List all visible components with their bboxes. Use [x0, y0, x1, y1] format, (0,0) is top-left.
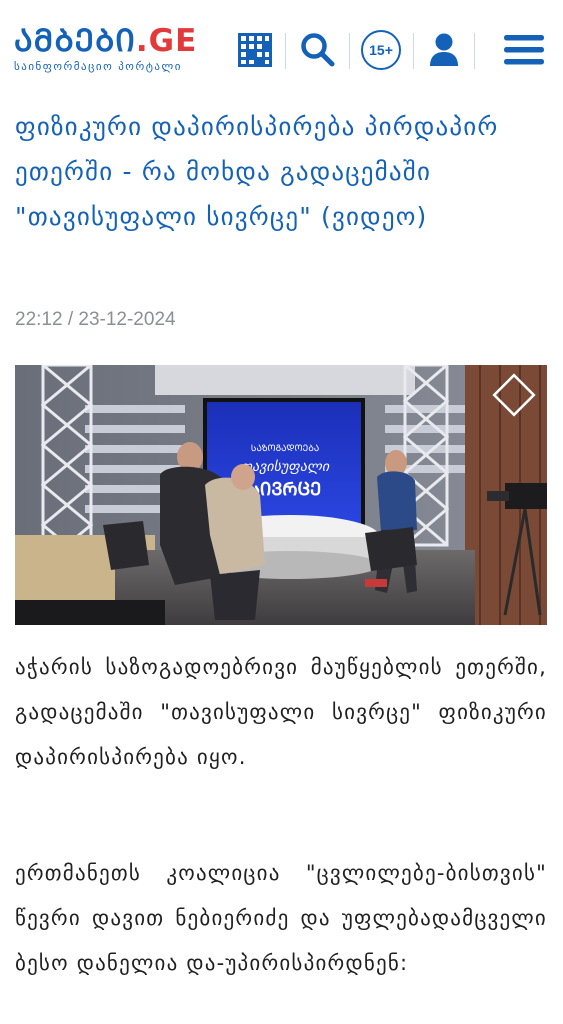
header-divider — [349, 33, 350, 69]
age-rating-badge: 15+ — [358, 26, 404, 74]
user-icon[interactable] — [424, 26, 464, 74]
logo-domain: .GE — [135, 23, 198, 59]
header-divider — [285, 33, 286, 69]
header-divider — [413, 33, 414, 69]
article-date: 22:12 / 23-12-2024 — [15, 309, 176, 330]
article-paragraph: ერთმანეთს კოალიცია "ცვლილებე-ბისთვის" წე… — [15, 861, 547, 975]
logo-tagline: საინფორმაციო პორტალი — [14, 60, 182, 73]
age-rating-text: 15+ — [361, 30, 401, 70]
header-divider — [474, 33, 475, 69]
article-video[interactable]: ᲡᲐᲖᲝᲒᲐᲓᲝᲔᲑᲐ თავისუფალი ᲡᲘᲕᲠᲪᲔ — [15, 365, 547, 625]
menu-icon[interactable] — [502, 26, 546, 74]
article-paragraph: აჭარის საზოგადოებრივი მაუწყებლის ეთერში,… — [15, 655, 547, 769]
site-logo[interactable]: ᲐᲛᲑᲔᲑᲘ.GE საინფორმაციო პორტალი — [14, 24, 197, 73]
article-title: ფიზიკური დაპირისპირება პირდაპირ ეთერში -… — [15, 112, 499, 231]
logo-main: ᲐᲛᲑᲔᲑᲘ — [14, 23, 136, 59]
grid-icon[interactable] — [236, 26, 274, 74]
screen-line1: ᲡᲐᲖᲝᲒᲐᲓᲝᲔᲑᲐ — [251, 444, 320, 454]
search-icon[interactable] — [296, 26, 340, 74]
site-header: ᲐᲛᲑᲔᲑᲘ.GE საინფორმაციო პორტალი 15+ — [0, 0, 563, 96]
logo-wordmark: ᲐᲛᲑᲔᲑᲘ.GE — [14, 24, 197, 58]
